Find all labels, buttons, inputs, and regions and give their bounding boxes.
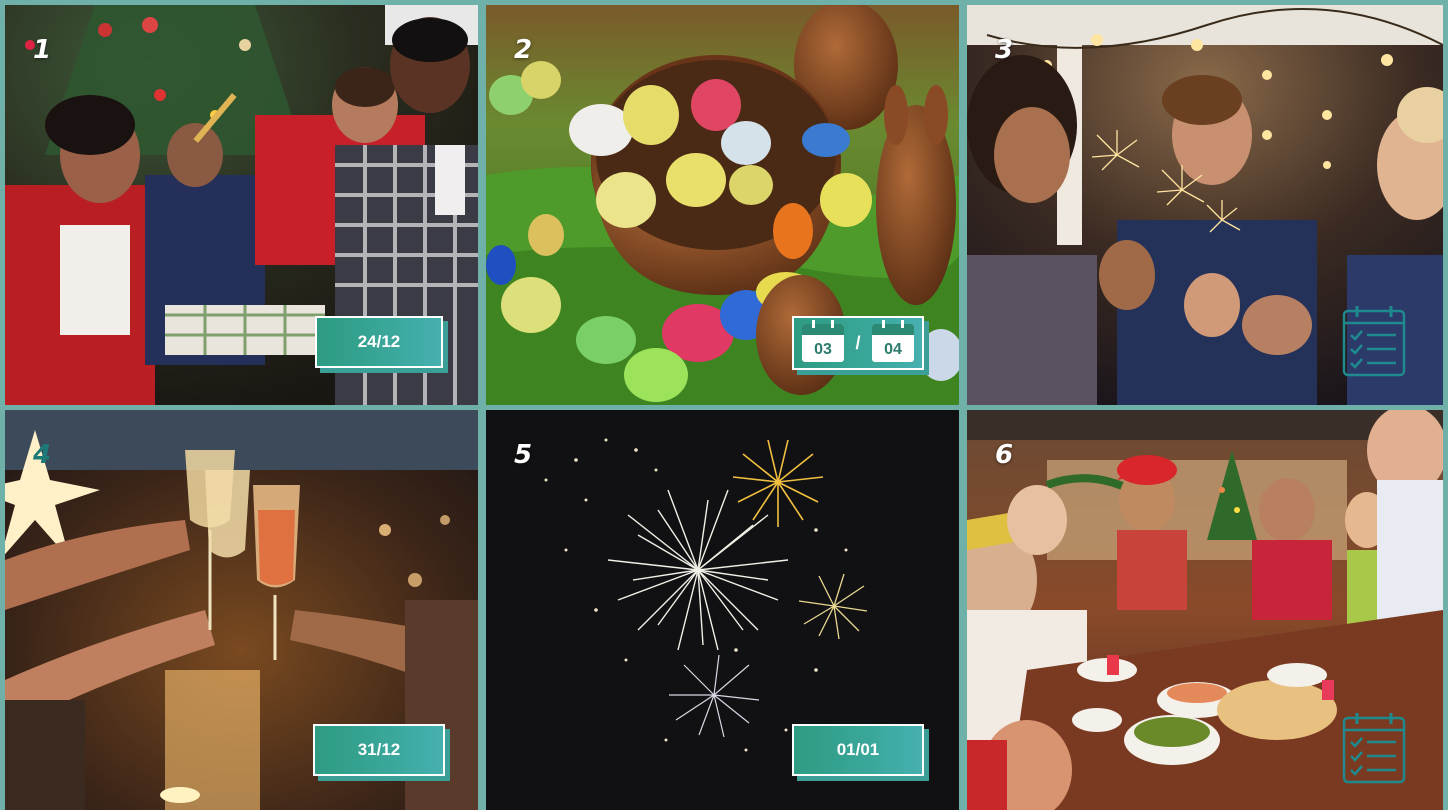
- tile-toast[interactable]: 4 31/12: [5, 410, 478, 810]
- date-badge: 24/12: [315, 316, 443, 368]
- tile-party[interactable]: 3: [967, 5, 1443, 405]
- date-badge: 31/12: [313, 724, 445, 776]
- date-label: 31/12: [357, 740, 401, 759]
- date-label: 24/12: [357, 332, 401, 351]
- tile-fireworks[interactable]: 5 01/01: [486, 410, 959, 810]
- tile-christmas[interactable]: 1 24/12: [5, 5, 478, 405]
- tile-number: 3: [995, 35, 1014, 65]
- calendar-icon: 04: [871, 320, 914, 362]
- date-range-badge: 03 / 04: [792, 316, 924, 370]
- date-separator: /: [855, 332, 861, 353]
- tile-number: 5: [514, 440, 533, 470]
- tile-number: 4: [33, 440, 52, 470]
- tile-number: 1: [33, 35, 52, 65]
- date-badge: 01/01: [792, 724, 924, 776]
- tile-number: 6: [995, 440, 1014, 470]
- checklist-calendar-icon: [1342, 306, 1406, 377]
- end-month-label: 04: [884, 341, 902, 358]
- date-label: 01/01: [836, 740, 880, 759]
- tile-easter[interactable]: 2 03 / 04: [486, 5, 959, 405]
- holiday-grid: 1 24/12 2 03 / 04 3 4 31/12 5 01/01 6: [0, 0, 1448, 810]
- start-day-label: 03: [814, 341, 832, 358]
- tile-number: 2: [514, 35, 533, 65]
- checklist-calendar-icon: [1342, 713, 1406, 784]
- tile-dinner[interactable]: 6: [967, 410, 1443, 810]
- calendar-icon: 03: [802, 320, 844, 362]
